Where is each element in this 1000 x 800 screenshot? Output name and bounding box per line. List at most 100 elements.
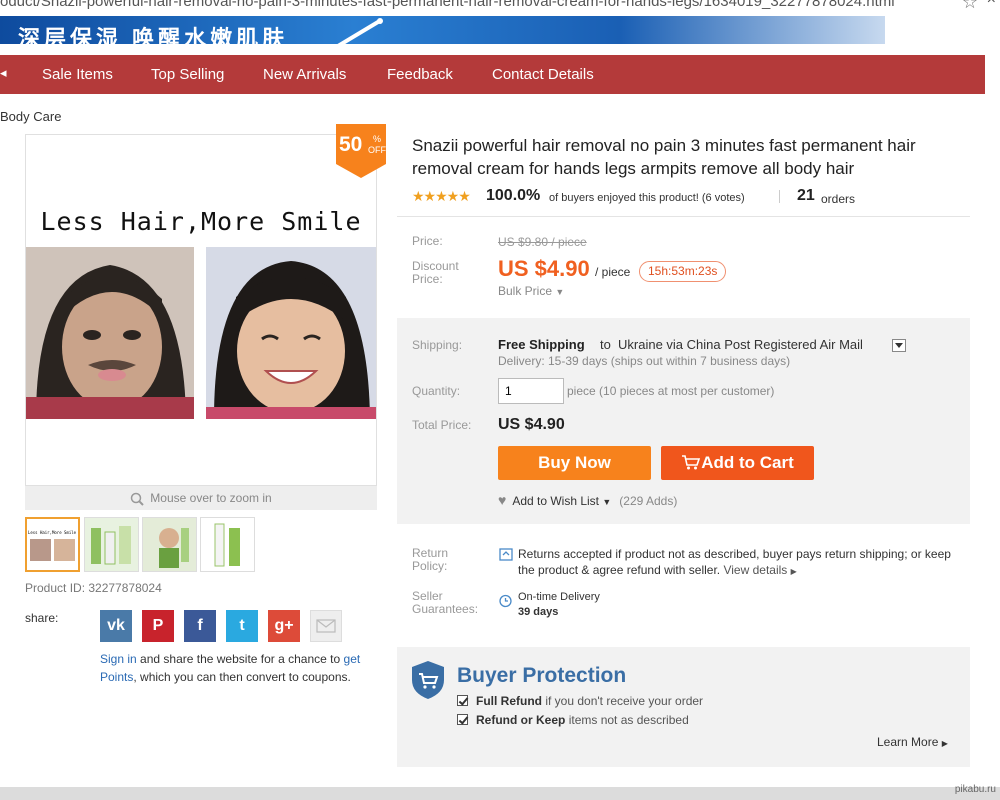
discount-price: US $4.90 [498, 256, 590, 281]
footer-strip [0, 787, 1000, 800]
chevron-down-icon: ▼ [555, 287, 565, 297]
free-shipping-text: Free Shipping [498, 337, 585, 352]
shipping-to: to [600, 337, 611, 352]
delivery-estimate: Delivery: 15-39 days (ships out within 7… [498, 354, 791, 368]
bulk-price-dropdown[interactable]: Bulk Price ▼ [498, 284, 564, 298]
price-unit: / piece [595, 265, 631, 279]
wand-graphic [337, 18, 383, 44]
nav-arrow-icon[interactable]: ◂ [0, 65, 7, 81]
vk-share-button[interactable]: vk [100, 610, 132, 642]
badge-number: 50 [339, 133, 363, 156]
chevron-down-icon [895, 343, 903, 348]
original-price: US $9.80 / piece [498, 235, 587, 249]
close-icon[interactable]: × [987, 0, 996, 8]
buy-now-button[interactable]: Buy Now [498, 446, 651, 480]
watermark: pikabu.ru [954, 784, 996, 795]
google-plus-share-button[interactable]: g+ [268, 610, 300, 642]
zoom-hint-bar: Mouse over to zoom in [25, 486, 377, 510]
nav-sale-items[interactable]: Sale Items [42, 66, 113, 83]
address-bar[interactable]: oduct/Snazii-powerful-hair-removal-no-pa… [0, 0, 1000, 16]
quantity-input[interactable] [498, 378, 564, 404]
product-id: Product ID: 32277878024 [25, 581, 162, 595]
thumbnail-slogan: Less Hair,More Smile [28, 530, 77, 535]
chevron-down-icon: ▼ [602, 497, 612, 507]
check-icon [457, 714, 468, 725]
clock-icon [499, 594, 512, 608]
store-nav: ◂ Sale Items Top Selling New Arrivals Fe… [0, 55, 985, 94]
vk-icon: vk [107, 617, 125, 634]
nav-top-selling[interactable]: Top Selling [151, 66, 224, 83]
return-icon [499, 548, 513, 561]
check-icon [457, 695, 468, 706]
price-label: Price: [412, 234, 443, 248]
image-slogan: Less Hair,More Smile [40, 207, 362, 236]
store-banner: 深层保湿 唤醒水嫩肌肤 [0, 16, 885, 44]
learn-more-link[interactable]: Learn More ▶ [877, 735, 948, 749]
add-to-wish-list-button[interactable]: Add to Wish List ▼ [512, 494, 611, 508]
total-price: US $4.90 [498, 416, 565, 433]
return-policy-label-2: Policy: [412, 559, 448, 573]
nav-new-arrivals[interactable]: New Arrivals [263, 66, 346, 83]
wish-list-row: ♥ Add to Wish List ▼ (229 Adds) [498, 492, 677, 508]
add-to-cart-button[interactable]: Add to Cart [661, 446, 814, 480]
seller-guarantees-label-2: Guarantees: [412, 602, 479, 616]
shipping-label: Shipping: [412, 338, 463, 352]
heart-icon[interactable]: ♥ [498, 492, 506, 508]
before-photo [26, 247, 194, 419]
sign-in-link[interactable]: Sign in [100, 652, 137, 666]
mail-icon [316, 619, 336, 633]
rating-row: ★★★★★ 100.0% of buyers enjoyed this prod… [412, 187, 972, 208]
pinterest-icon: P [152, 617, 164, 634]
share-label: share: [25, 611, 59, 625]
zoom-hint-text: Mouse over to zoom in [150, 491, 272, 505]
magnifier-icon [131, 492, 145, 506]
facebook-share-button[interactable]: f [184, 610, 216, 642]
view-details-link[interactable]: View details ▶ [723, 563, 796, 577]
thumbnail-1[interactable]: Less Hair,More Smile [25, 517, 80, 572]
quantity-note: piece (10 pieces at most per customer) [567, 384, 775, 398]
nav-contact-details[interactable]: Contact Details [492, 66, 594, 83]
discount-label-2: Price: [412, 272, 443, 286]
banner-text: 深层保湿 唤醒水嫩肌肤 [18, 26, 289, 45]
thumbnail-4[interactable] [200, 517, 255, 572]
after-photo [206, 247, 376, 419]
thumbnail-3[interactable] [142, 517, 197, 572]
url-text[interactable]: oduct/Snazii-powerful-hair-removal-no-pa… [0, 0, 895, 9]
product-main-image[interactable]: Less Hair,More Smile [25, 134, 377, 486]
divider [397, 216, 970, 217]
quantity-label: Quantity: [412, 384, 461, 398]
refund-or-keep-line: Refund or Keep items not as described [457, 713, 689, 727]
total-price-label: Total Price: [412, 418, 472, 432]
countdown-timer: 15h:53m:23s [639, 261, 727, 282]
rating-percent: 100.0% [486, 187, 541, 204]
share-promo-text: Sign in and share the website for a chan… [100, 652, 361, 684]
seller-guarantees-label: Seller [412, 589, 443, 603]
wish-list-count: (229 Adds) [619, 494, 678, 508]
discount-label: Discount [412, 259, 459, 273]
shipping-dropdown[interactable] [892, 339, 906, 352]
star-rating-icon: ★★★★★ [412, 188, 471, 204]
return-policy-text: Returns accepted if product not as descr… [518, 547, 951, 577]
breadcrumb[interactable]: Body Care [0, 109, 61, 124]
star-icon[interactable]: ☆ [962, 0, 978, 11]
full-refund-line: Full Refund if you don't receive your or… [457, 694, 703, 708]
thumbnail-2[interactable] [84, 517, 139, 572]
shield-cart-icon [412, 661, 444, 699]
pinterest-share-button[interactable]: P [142, 610, 174, 642]
chevron-right-icon: ▶ [790, 567, 797, 576]
email-share-button[interactable] [310, 610, 342, 642]
cart-icon [682, 455, 701, 470]
delivery-days: 39 days [518, 606, 559, 618]
twitter-icon: t [239, 617, 245, 634]
twitter-share-button[interactable]: t [226, 610, 258, 642]
product-title: Snazii powerful hair removal no pain 3 m… [412, 136, 916, 178]
badge-off: % OFF [368, 134, 386, 155]
shipping-destination[interactable]: Ukraine via China Post Registered Air Ma… [618, 337, 863, 352]
chevron-right-icon: ▶ [941, 739, 948, 748]
orders-count: 21 [797, 187, 815, 204]
return-policy-label: Return [412, 546, 449, 560]
orders-label: orders [821, 192, 856, 206]
nav-feedback[interactable]: Feedback [387, 66, 453, 83]
google-plus-icon: g+ [274, 617, 294, 634]
rating-text: of buyers enjoyed this product! (6 votes… [549, 192, 745, 204]
